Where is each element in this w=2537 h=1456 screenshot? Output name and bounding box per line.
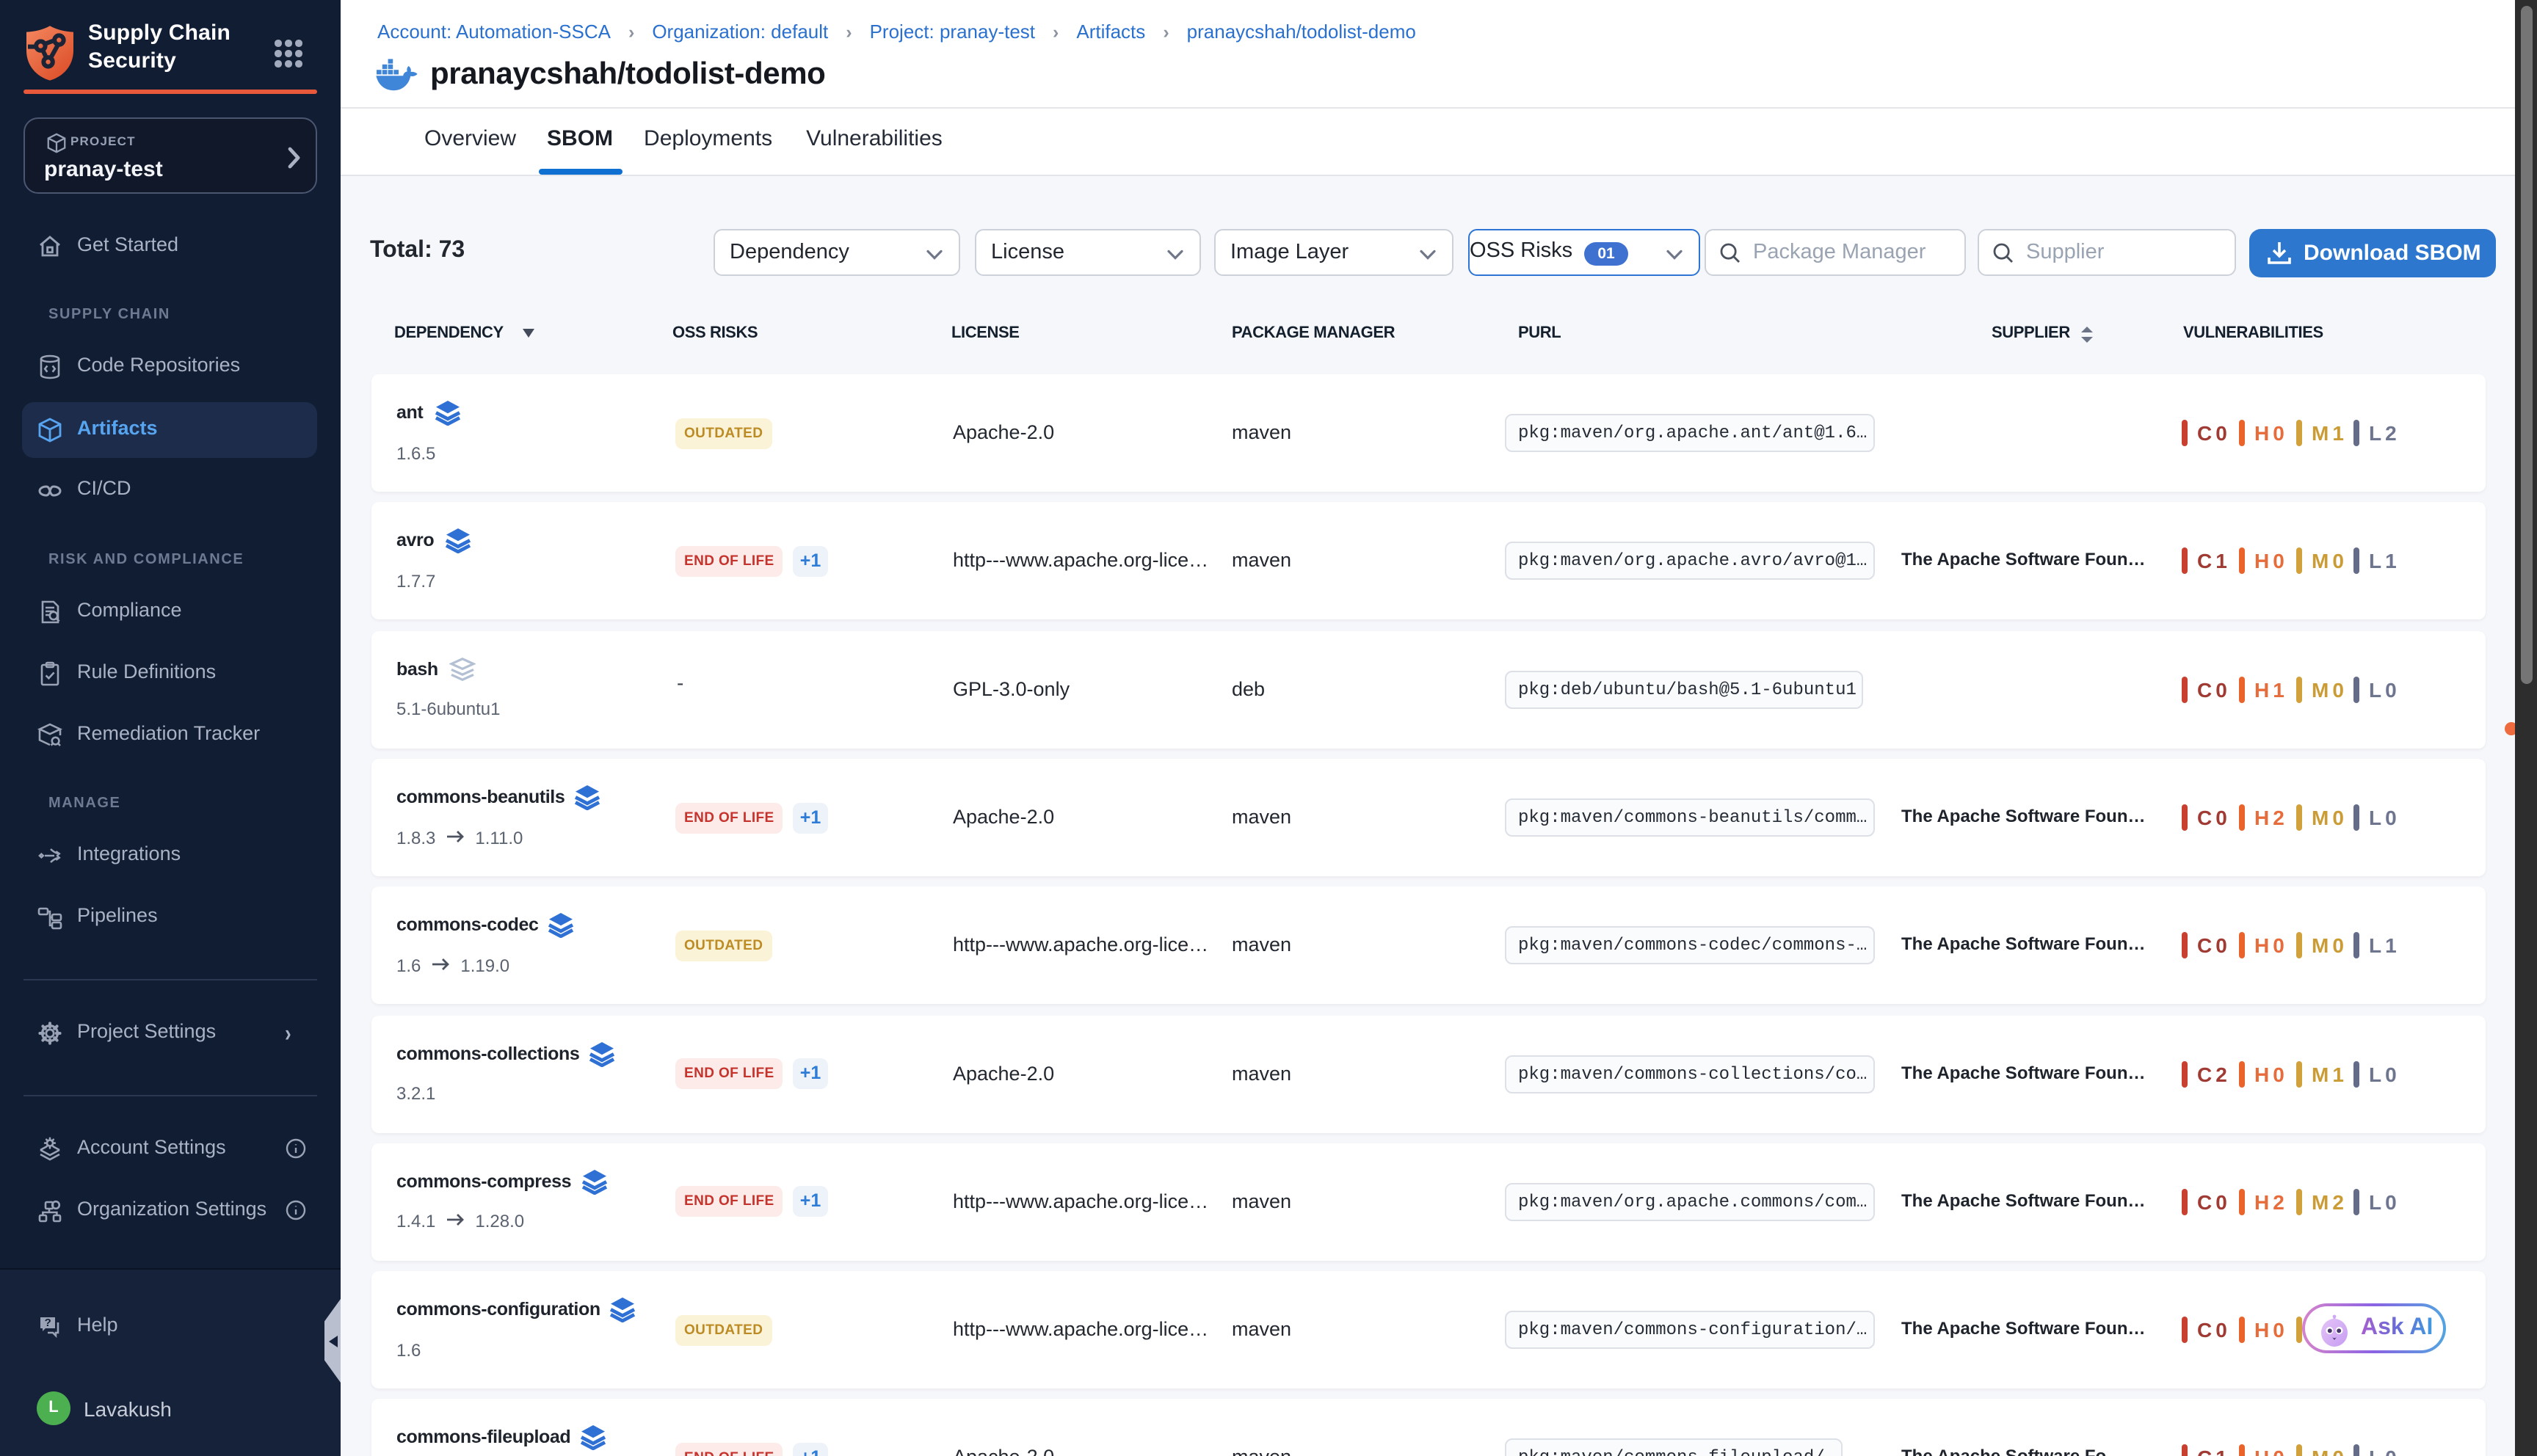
- svg-text:?: ?: [45, 1317, 51, 1329]
